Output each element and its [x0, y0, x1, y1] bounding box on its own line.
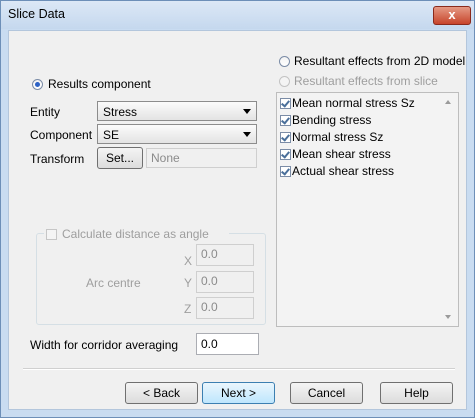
x-label: X	[184, 254, 193, 268]
results-component-radio[interactable]	[32, 79, 43, 90]
results-component-label: Results component	[48, 77, 151, 91]
list-item-label: Bending stress	[292, 113, 372, 127]
window-title: Slice Data	[8, 7, 65, 21]
resultant-effects-list: Mean normal stress Sz Bending stress Nor…	[276, 92, 459, 327]
dialog-body: Results component Entity Stress Componen…	[8, 30, 467, 410]
next-button[interactable]: Next >	[202, 382, 275, 404]
y-field: 0.0	[196, 271, 254, 293]
help-button[interactable]: Help	[380, 382, 453, 404]
group-caption: Calculate distance as angle	[44, 227, 229, 241]
title-bar: Slice Data x	[1, 1, 474, 29]
list-item-label: Mean shear stress	[292, 147, 391, 161]
list-item-label: Normal stress Sz	[292, 130, 384, 144]
list-item-label: Actual shear stress	[292, 164, 395, 178]
cancel-button[interactable]: Cancel	[290, 382, 363, 404]
z-label: Z	[184, 302, 192, 316]
scroll-down-icon[interactable]	[445, 315, 451, 319]
actual-shear-stress-checkbox[interactable]	[280, 166, 291, 177]
entity-label: Entity	[30, 105, 61, 119]
separator	[23, 368, 455, 370]
calc-angle-checkbox[interactable]	[46, 229, 57, 240]
resultant-2d-model-radio[interactable]	[279, 56, 290, 67]
chevron-down-icon	[243, 132, 251, 137]
slice-data-dialog: Slice Data x Results component Entity St…	[0, 0, 475, 418]
chevron-down-icon	[243, 109, 251, 114]
entity-select[interactable]: Stress	[97, 101, 257, 121]
z-field: 0.0	[196, 297, 254, 319]
transform-set-button[interactable]: Set...	[97, 147, 143, 169]
bending-stress-checkbox[interactable]	[280, 115, 291, 126]
close-icon: x	[448, 7, 456, 22]
x-field: 0.0	[196, 244, 254, 266]
close-button[interactable]: x	[433, 6, 471, 25]
resultant-2d-model-label: Resultant effects from 2D model	[294, 54, 466, 68]
mean-shear-stress-checkbox[interactable]	[280, 149, 291, 160]
normal-stress-checkbox[interactable]	[280, 132, 291, 143]
corridor-width-input[interactable]: 0.0	[196, 333, 259, 355]
corridor-width-label: Width for corridor averaging	[30, 338, 179, 352]
entity-value: Stress	[103, 105, 138, 119]
component-label: Component	[30, 128, 93, 142]
component-select[interactable]: SE	[97, 124, 257, 144]
transform-label: Transform	[30, 152, 85, 166]
scroll-up-icon[interactable]	[445, 100, 451, 104]
component-value: SE	[103, 128, 120, 142]
resultant-slice-label: Resultant effects from slice	[294, 74, 438, 88]
transform-value-field: None	[146, 148, 257, 168]
resultant-slice-radio[interactable]	[279, 76, 290, 87]
y-label: Y	[184, 276, 193, 290]
mean-normal-stress-checkbox[interactable]	[280, 98, 291, 109]
list-item-label: Mean normal stress Sz	[292, 96, 415, 110]
calc-angle-label: Calculate distance as angle	[62, 227, 209, 241]
back-button[interactable]: < Back	[125, 382, 198, 404]
arc-centre-label: Arc centre	[86, 276, 141, 290]
